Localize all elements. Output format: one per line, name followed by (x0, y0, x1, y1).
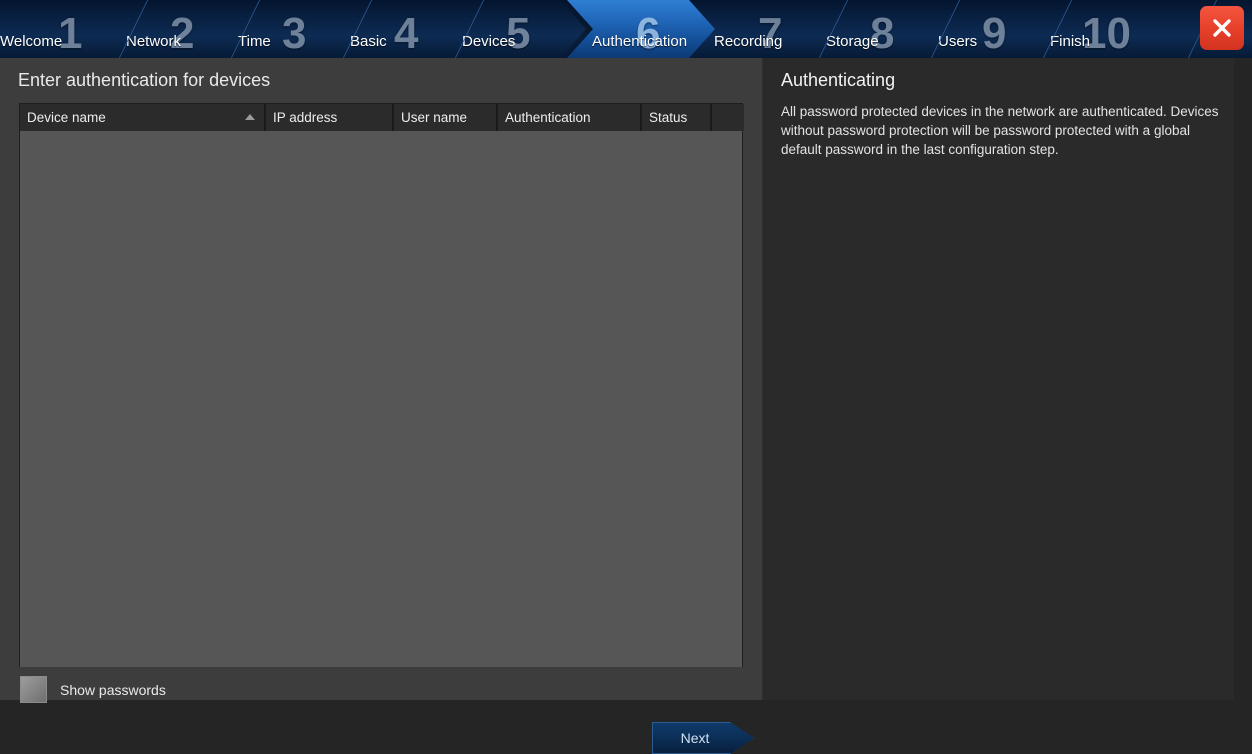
wizard-tab-time[interactable]: 3 Time (224, 0, 336, 58)
table-column-header[interactable]: User name (394, 104, 498, 131)
table-column-header[interactable]: Status (642, 104, 712, 131)
sort-ascending-icon (245, 114, 255, 120)
wizard-tab-network[interactable]: 2 Network (112, 0, 224, 58)
wizard-tab-label: Finish (1050, 33, 1091, 50)
wizard-tab-label: Storage (826, 33, 879, 50)
next-button[interactable]: Next (652, 722, 754, 754)
wizard-tab-label: Recording (714, 33, 783, 50)
table-column-header[interactable]: Authentication (498, 104, 642, 131)
table-column-header-label: Authentication (505, 110, 591, 125)
window-right-edge (1234, 58, 1252, 700)
table-column-header[interactable]: IP address (266, 104, 394, 131)
table-column-header-label: IP address (273, 110, 338, 125)
wizard-tab-label: Welcome (0, 33, 63, 50)
show-passwords-row[interactable]: Show passwords (20, 676, 166, 703)
left-panel: Enter authentication for devices Device … (0, 58, 762, 754)
wizard-step-bar: 1 Welcome 2 Network 3 Time 4 Basic 5 Devices 6 Auth… (0, 0, 1252, 58)
show-passwords-label[interactable]: Show passwords (60, 682, 166, 698)
close-icon[interactable] (1200, 6, 1244, 50)
page-title: Enter authentication for devices (18, 70, 271, 90)
wizard-tab-storage[interactable]: 8 Storage (812, 0, 924, 58)
wizard-tab-users[interactable]: 9 Users (924, 0, 1036, 58)
wizard-tab-basic[interactable]: 4 Basic (336, 0, 448, 58)
table-column-header-label: Device name (27, 110, 106, 125)
wizard-tab-label: Users (938, 33, 978, 50)
wizard-tab-number: 3 (282, 9, 307, 58)
table-header-row: Device name IP address User name Authentica… (20, 104, 744, 131)
wizard-tab-label: Time (238, 33, 271, 50)
wizard-tab-welcome[interactable]: 1 Welcome (0, 0, 112, 58)
table-column-header[interactable]: Device name (20, 104, 266, 131)
wizard-tab-label: Devices (462, 33, 516, 50)
wizard-tab-label: Basic (350, 33, 387, 50)
wizard-tab-recording[interactable]: 7 Recording (700, 0, 812, 58)
show-passwords-checkbox[interactable] (20, 676, 47, 703)
wizard-tab-number: 4 (394, 9, 419, 58)
help-panel: Authenticating All password protected de… (762, 58, 1234, 700)
help-panel-title: Authenticating (781, 70, 896, 90)
devices-table: Device name IP address User name Authentica… (19, 103, 744, 667)
table-column-header[interactable] (712, 104, 744, 131)
wizard-tab-number: 9 (982, 9, 1007, 58)
wizard-tab-label: Authentication (592, 33, 688, 50)
wizard-tab-devices[interactable]: 5 Devices (448, 0, 560, 58)
table-body[interactable] (20, 131, 742, 667)
table-column-header-label: Status (649, 110, 688, 125)
table-column-header-label: User name (401, 110, 468, 125)
wizard-tab-label: Network (126, 33, 182, 50)
help-panel-body: All password protected devices in the ne… (781, 104, 1219, 157)
wizard-tab-finish[interactable]: 10 Finish (1036, 0, 1180, 58)
